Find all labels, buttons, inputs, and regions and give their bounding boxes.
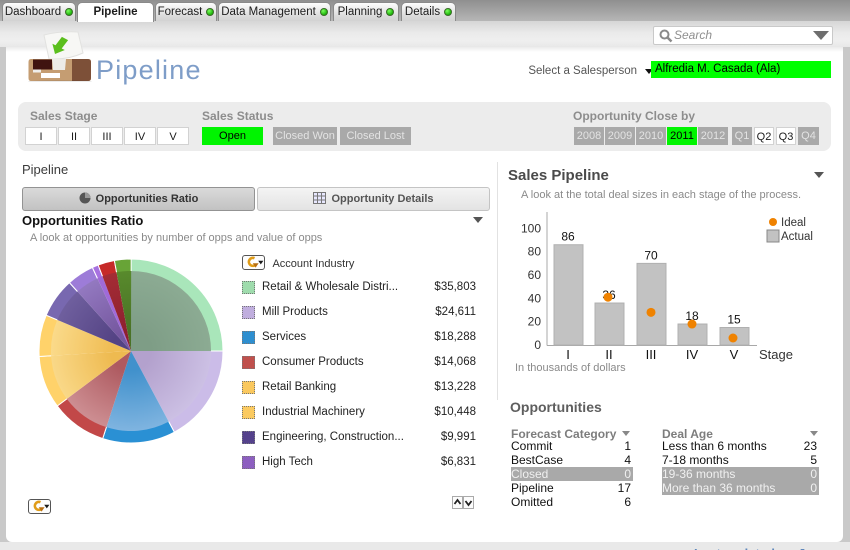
svg-text:40: 40 [528,291,542,305]
svg-text:80: 80 [528,245,542,259]
svg-text:100: 100 [521,221,541,235]
svg-text:86: 86 [561,230,575,244]
svg-text:III: III [646,347,657,362]
svg-text:IV: IV [686,347,699,362]
svg-text:V: V [730,347,739,362]
svg-text:70: 70 [644,248,658,262]
svg-text:Ideal: Ideal [781,217,806,229]
svg-text:15: 15 [727,313,741,327]
svg-text:I: I [566,347,570,362]
svg-text:Actual: Actual [781,231,813,243]
svg-text:II: II [605,347,612,362]
svg-text:In thousands of dollars: In thousands of dollars [515,362,626,374]
svg-text:60: 60 [528,268,542,282]
svg-text:0: 0 [534,338,541,352]
svg-text:Stage: Stage [759,347,793,362]
svg-text:20: 20 [528,315,542,329]
